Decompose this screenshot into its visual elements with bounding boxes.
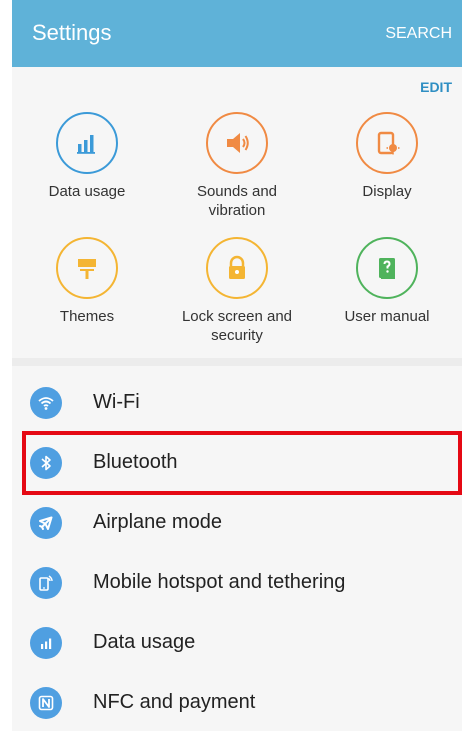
list-item-nfc[interactable]: NFC and payment <box>12 672 462 731</box>
quick-item-display[interactable]: Display <box>312 112 462 201</box>
quick-item-label: User manual <box>344 308 430 325</box>
settings-list: Wi-Fi Bluetooth Airplane mode Mobile hot… <box>12 372 462 731</box>
hotspot-icon <box>30 567 62 599</box>
quick-item-label: Lock screen and security <box>181 308 293 344</box>
section-divider <box>12 358 462 366</box>
quick-item-label: Display <box>362 183 412 200</box>
paint-roller-icon <box>56 237 118 299</box>
speaker-icon <box>206 112 268 174</box>
quick-item-sounds[interactable]: Sounds and vibration <box>162 112 312 220</box>
list-item-label: Mobile hotspot and tethering <box>93 570 346 593</box>
quick-item-themes[interactable]: Themes <box>12 237 162 326</box>
list-item-wifi[interactable]: Wi-Fi <box>12 372 462 432</box>
nfc-icon <box>30 687 62 719</box>
quick-settings-panel: EDIT Data usage Sounds and vibration Dis… <box>12 67 462 357</box>
edit-button[interactable]: EDIT <box>420 79 452 95</box>
list-item-mobile-hotspot[interactable]: Mobile hotspot and tethering <box>12 552 462 612</box>
app-bar: Settings SEARCH <box>12 0 462 67</box>
quick-item-label: Sounds and vibration <box>196 183 278 219</box>
list-item-label: Bluetooth <box>93 450 178 473</box>
quick-item-label: Themes <box>59 308 115 325</box>
bluetooth-icon <box>30 447 62 479</box>
list-item-label: Wi-Fi <box>93 390 140 413</box>
list-item-label: NFC and payment <box>93 690 256 713</box>
settings-screen: Settings SEARCH EDIT Data usage Sounds a… <box>12 0 462 731</box>
book-icon <box>356 237 418 299</box>
list-item-label: Data usage <box>93 630 196 653</box>
quick-item-data-usage[interactable]: Data usage <box>12 112 162 201</box>
airplane-icon <box>30 507 62 539</box>
quick-item-lock-screen[interactable]: Lock screen and security <box>162 237 312 345</box>
list-item-label: Airplane mode <box>93 510 222 533</box>
data-usage-icon <box>56 112 118 174</box>
quick-item-user-manual[interactable]: User manual <box>312 237 462 326</box>
wifi-icon <box>30 387 62 419</box>
lock-icon <box>206 237 268 299</box>
display-icon <box>356 112 418 174</box>
list-item-bluetooth[interactable]: Bluetooth <box>12 432 462 492</box>
quick-item-label: Data usage <box>48 183 126 200</box>
list-item-data-usage[interactable]: Data usage <box>12 612 462 672</box>
search-button[interactable]: SEARCH <box>385 25 452 43</box>
list-item-airplane-mode[interactable]: Airplane mode <box>12 492 462 552</box>
data-usage-icon <box>30 627 62 659</box>
page-title: Settings <box>32 20 112 45</box>
